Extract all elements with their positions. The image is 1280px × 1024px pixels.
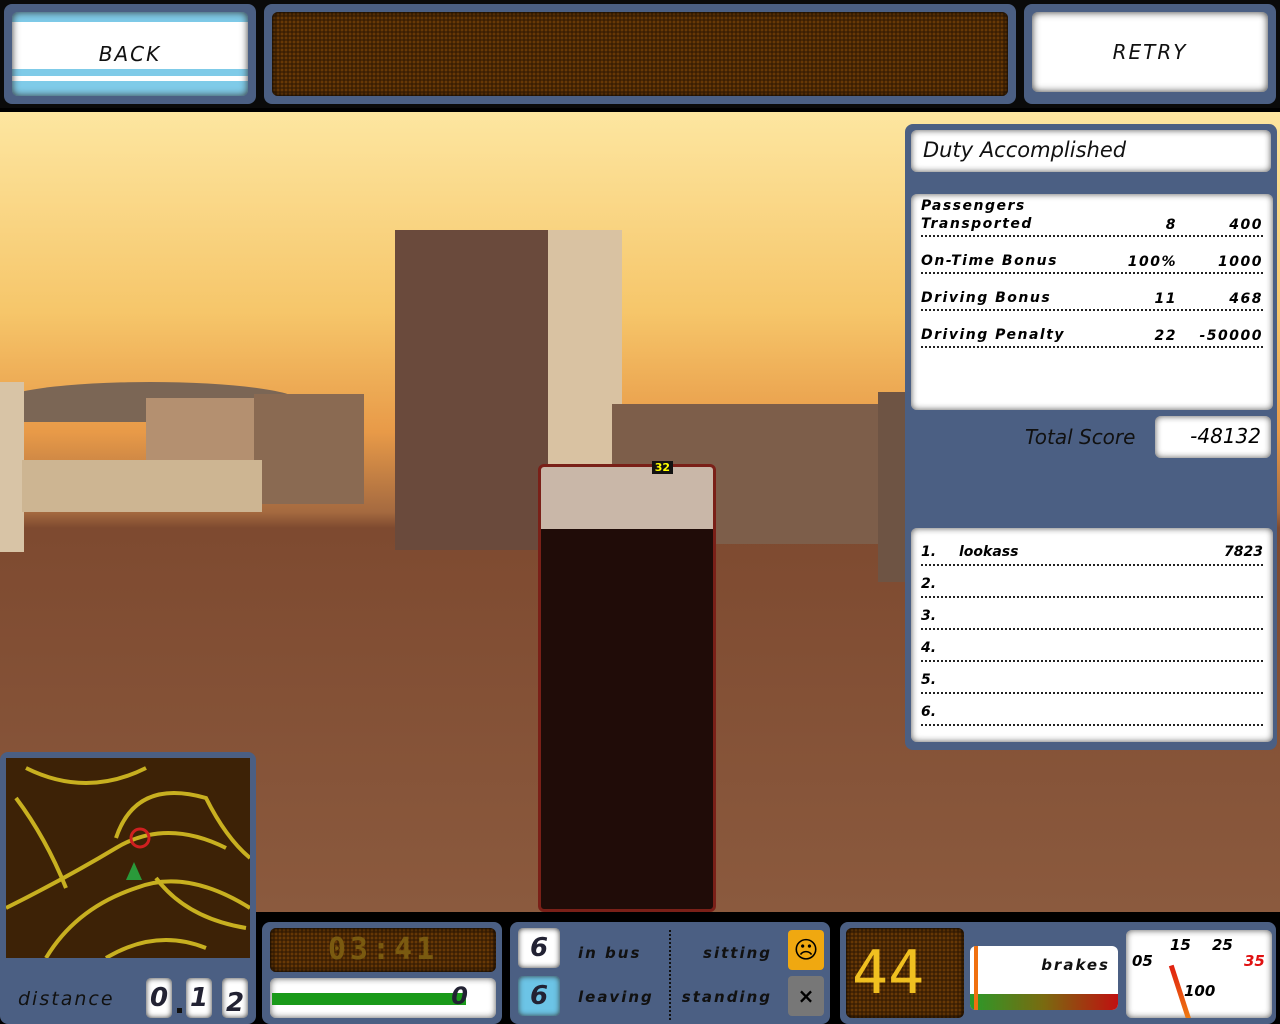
leaderboard-rank: 5.: [921, 672, 937, 688]
leaderboard-row: 1. lookass 7823: [921, 534, 1263, 566]
delay-bar-fill: [272, 993, 466, 1005]
building: [878, 392, 908, 582]
dashboard-panel: 44 brakes 05 15 25 35 100: [840, 922, 1276, 1024]
leaderboard-row: 5.: [921, 662, 1263, 694]
score-row-count: 100%: [1127, 254, 1177, 270]
message-display: [272, 12, 1008, 96]
retry-button[interactable]: RETRY: [1032, 12, 1268, 92]
divider: [669, 930, 671, 1020]
decimal-point: [177, 1008, 182, 1013]
building: [254, 394, 364, 504]
score-row-label: Driving Bonus: [921, 290, 1052, 306]
gauge-label: 35: [1244, 952, 1265, 970]
gauge-odometer: 100: [1184, 982, 1216, 1000]
timer-panel: 03:41 0: [262, 922, 502, 1024]
leaderboard-rank: 6.: [921, 704, 937, 720]
score-row-points: 468: [1229, 291, 1263, 307]
leaderboard-score: 7823: [1224, 544, 1263, 560]
distance-digit: 1: [186, 978, 212, 1018]
score-row-points: 1000: [1218, 254, 1263, 270]
results-panel: Duty Accomplished Passengers Transported…: [905, 124, 1277, 750]
distance-digit: 0: [146, 978, 172, 1018]
leaderboard-rank: 4.: [921, 640, 937, 656]
speedometer: 05 15 25 35 100: [1126, 930, 1272, 1018]
gauge-label: 25: [1212, 936, 1233, 954]
bridge: [22, 460, 262, 512]
score-row-label: Passengers Transported: [921, 198, 1033, 232]
score-row: Passengers Transported 8 400: [921, 198, 1263, 237]
leaderboard-rank: 2.: [921, 576, 937, 592]
brakes-label: brakes: [1041, 956, 1110, 974]
bus-number: 32: [651, 461, 673, 474]
score-row-count: 11: [1154, 291, 1177, 307]
in-bus-count: 6: [518, 928, 560, 968]
brakes-meter: brakes: [970, 946, 1118, 1010]
leaderboard-row: 2.: [921, 566, 1263, 598]
score-row: On-Time Bonus 100% 1000: [921, 237, 1263, 274]
building: [548, 230, 622, 480]
leaving-count: 6: [518, 976, 560, 1016]
results-title: Duty Accomplished: [911, 130, 1271, 172]
top-bar: BACK RETRY: [0, 0, 1280, 108]
distance-digit: 2: [222, 978, 248, 1018]
back-button[interactable]: BACK: [12, 12, 248, 96]
timer-display: 03:41: [270, 928, 496, 972]
building: [395, 230, 555, 550]
in-bus-label: in bus: [578, 944, 642, 962]
delay-bar: 0: [270, 978, 496, 1018]
delay-value: 0: [451, 982, 468, 1010]
gauge-label: 15: [1170, 936, 1191, 954]
score-row-count: 22: [1154, 328, 1177, 344]
score-row-count: 8: [1165, 217, 1177, 233]
leaderboard-rank: 3.: [921, 608, 937, 624]
passenger-panel: 6 in bus 6 leaving sitting ☹ standing ×: [510, 922, 830, 1024]
brakes-scale: [970, 994, 1118, 1010]
standing-label: standing: [681, 988, 772, 1006]
distance-label: distance: [18, 988, 115, 1010]
leaderboard-rank: 1.: [921, 544, 937, 560]
leaderboard-row: 6.: [921, 694, 1263, 726]
score-row: Driving Bonus 11 468: [921, 274, 1263, 311]
leaderboard: 1. lookass 7823 2. 3. 4. 5. 6.: [911, 528, 1273, 742]
leaderboard-row: 3.: [921, 598, 1263, 630]
bus: 32: [538, 461, 716, 912]
total-score-value: -48132: [1155, 416, 1271, 458]
score-row-label: On-Time Bonus: [921, 253, 1058, 269]
score-breakdown: Passengers Transported 8 400 On-Time Bonus 1…: [911, 194, 1273, 410]
brakes-needle: [974, 946, 978, 1010]
speed-display: 44: [846, 928, 964, 1018]
sitting-label: sitting: [703, 944, 772, 962]
building: [0, 382, 24, 552]
gauge-label: 05: [1132, 952, 1153, 970]
building: [146, 398, 256, 468]
score-row-points: -50000: [1199, 328, 1263, 344]
score-row-points: 400: [1229, 217, 1263, 233]
leaving-label: leaving: [578, 988, 654, 1006]
dead-face-icon: ×: [788, 976, 824, 1016]
leaderboard-row: 4.: [921, 630, 1263, 662]
unhappy-face-icon: ☹: [788, 930, 824, 970]
score-row-label: Driving Penalty: [921, 327, 1066, 343]
total-score-label: Total Score: [1025, 425, 1136, 449]
score-row: Driving Penalty 22 -50000: [921, 311, 1263, 348]
minimap[interactable]: [6, 758, 250, 958]
minimap-panel: distance 0 1 2: [0, 752, 256, 1024]
leaderboard-name: lookass: [959, 544, 1019, 560]
